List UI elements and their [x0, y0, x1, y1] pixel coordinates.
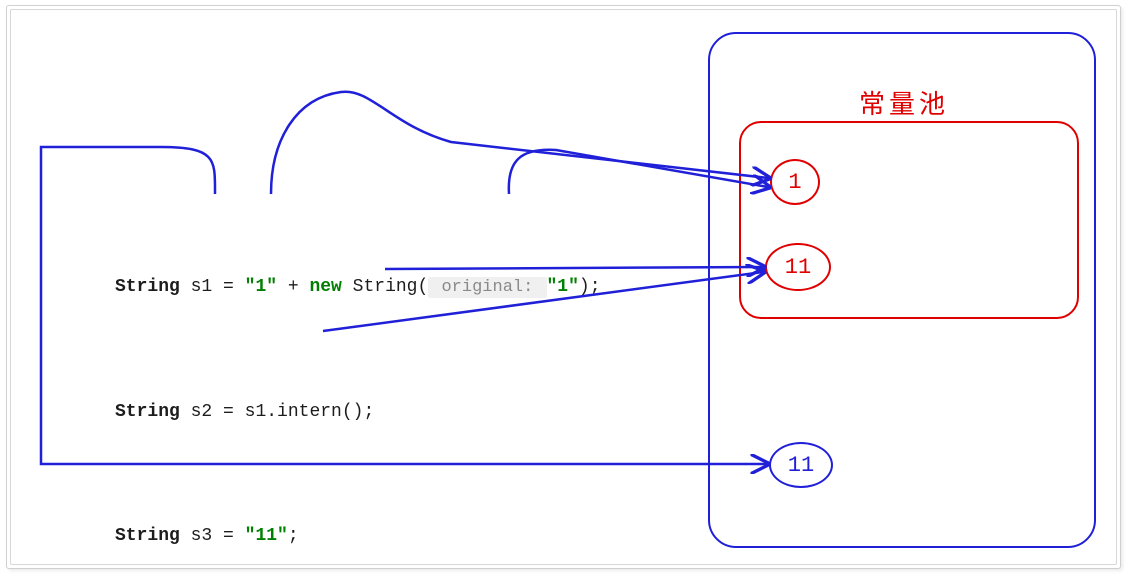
- heap-node-11-label: 11: [788, 453, 814, 478]
- type-keyword: String: [115, 277, 191, 297]
- heap-node-11: 11: [769, 442, 833, 488]
- equals: =: [212, 526, 244, 546]
- code-line-2: String s2 = s1.intern();: [115, 381, 601, 443]
- string-literal: "1": [245, 277, 277, 297]
- pool-node-11-label: 11: [785, 255, 811, 280]
- stmt-end: ;: [288, 526, 299, 546]
- var-name: s3: [191, 526, 213, 546]
- code-block: String s1 = "1" + new String( original: …: [115, 194, 601, 565]
- class-call: String(: [342, 277, 428, 297]
- plus-op: +: [277, 277, 309, 297]
- pool-node-1: 1: [770, 159, 820, 205]
- type-keyword: String: [115, 402, 191, 422]
- string-literal: "11": [245, 526, 288, 546]
- type-keyword: String: [115, 526, 191, 546]
- equals: =: [212, 277, 244, 297]
- var-name: s2: [191, 402, 213, 422]
- code-line-3: String s3 = "11";: [115, 505, 601, 565]
- param-hint: original:: [428, 277, 546, 298]
- pool-node-11: 11: [765, 243, 831, 291]
- stmt-end: );: [579, 277, 601, 297]
- constant-pool-title: 常量池: [844, 84, 964, 121]
- arrow-lit1-to-pool1: [271, 92, 768, 194]
- new-keyword: new: [309, 277, 341, 297]
- pool-node-1-label: 1: [788, 170, 801, 195]
- var-name: s1: [191, 277, 213, 297]
- equals: =: [212, 402, 244, 422]
- code-line-1: String s1 = "1" + new String( original: …: [115, 256, 601, 319]
- string-literal: "1": [547, 277, 579, 297]
- intern-call: s1.intern();: [245, 402, 375, 422]
